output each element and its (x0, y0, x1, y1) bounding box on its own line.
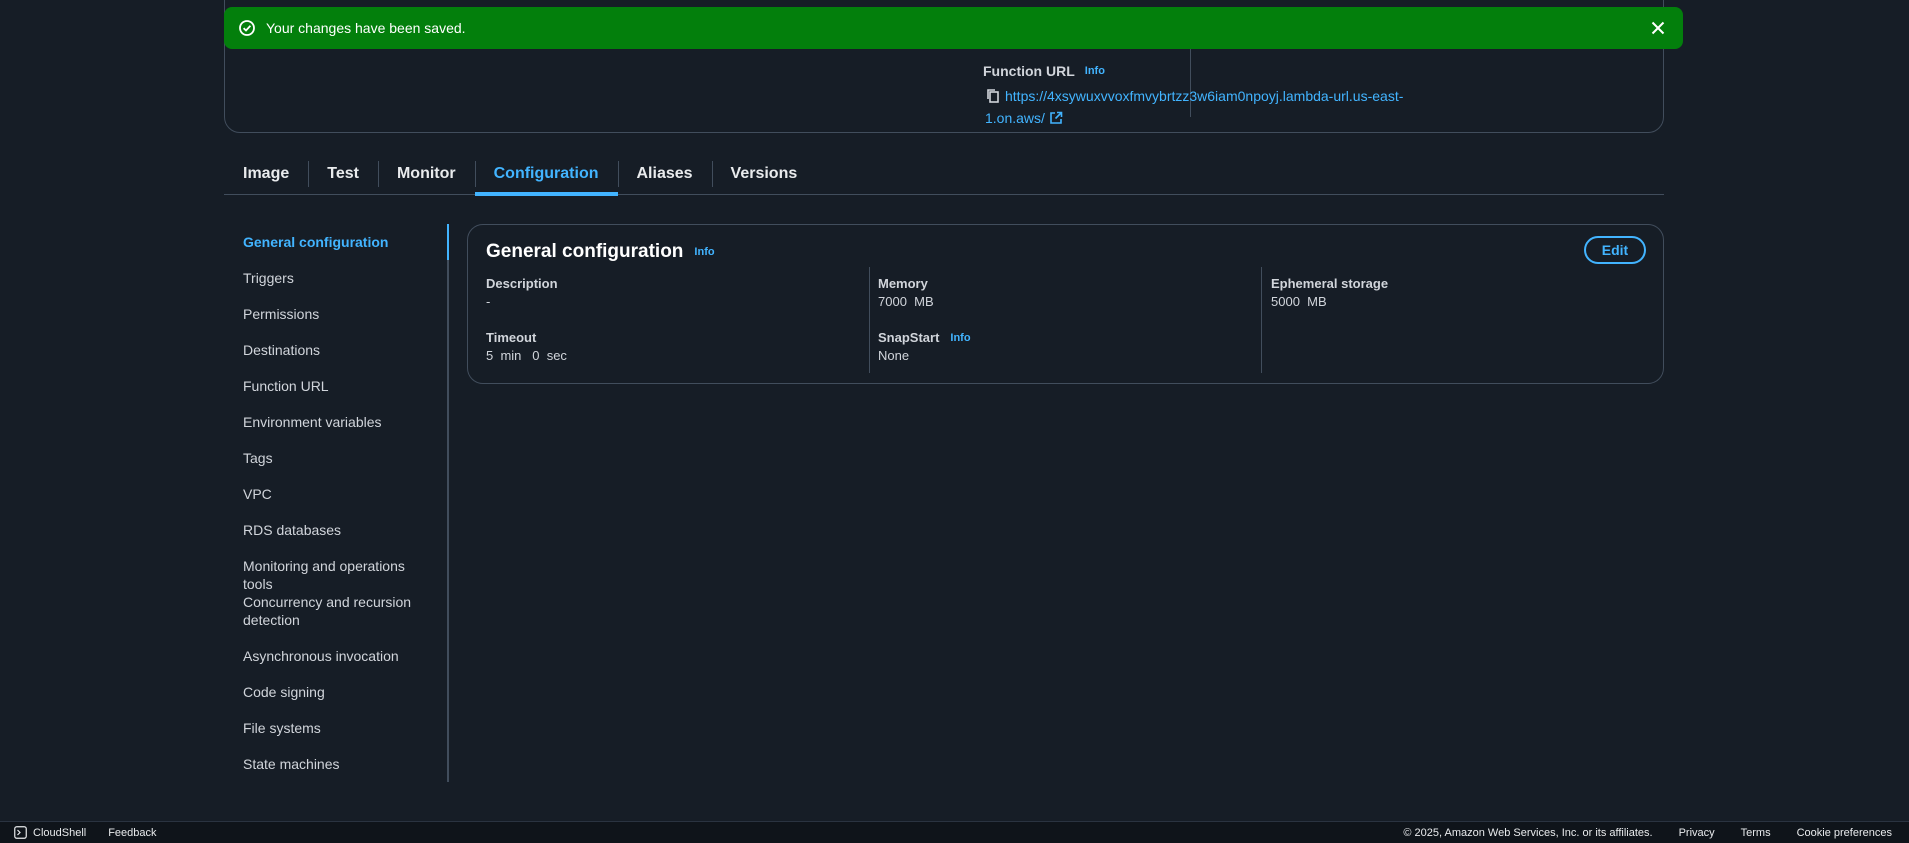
console-footer: CloudShell Feedback © 2025, Amazon Web S… (0, 821, 1909, 843)
side-nav-item-state-machines[interactable]: State machines (243, 755, 438, 773)
side-nav-active-indicator (447, 224, 449, 260)
side-nav-item-function-url[interactable]: Function URL (243, 377, 438, 395)
timeout-value: 5 min 0 sec (486, 348, 567, 363)
side-nav-item-concurrency[interactable]: Concurrency and recursion detection (243, 593, 413, 629)
tab-test[interactable]: Test (308, 153, 378, 194)
side-nav-item-file-systems[interactable]: File systems (243, 719, 438, 737)
ephemeral-storage-value: 5000 MB (1271, 294, 1327, 309)
function-tabs: Image Test Monitor Configuration Aliases… (224, 153, 1664, 196)
general-configuration-card: General configuration Info Edit Descript… (467, 224, 1664, 384)
function-url-info-link[interactable]: Info (1085, 65, 1105, 77)
tab-monitor[interactable]: Monitor (377, 153, 475, 194)
footer-links: © 2025, Amazon Web Services, Inc. or its… (1403, 827, 1892, 839)
side-nav-item-code-signing[interactable]: Code signing (243, 683, 438, 701)
close-icon[interactable] (1649, 19, 1667, 37)
function-url-label: Function URL (983, 63, 1075, 79)
timeout-field: Timeout 5 min 0 sec (486, 329, 567, 365)
ephemeral-storage-label: Ephemeral storage (1271, 276, 1389, 291)
timeout-label: Timeout (486, 330, 537, 345)
memory-label: Memory (878, 276, 928, 291)
side-nav-item-general-configuration[interactable]: General configuration (243, 233, 438, 251)
side-nav-item-monitoring-tools[interactable]: Monitoring and operations tools (243, 557, 438, 593)
flash-message: Your changes have been saved. (266, 20, 466, 36)
terminal-icon (14, 826, 27, 839)
memory-value: 7000 MB (878, 294, 934, 309)
lambda-function-page: Function URL Info https://4xsywuxvvoxfmv… (0, 0, 1909, 843)
cookie-preferences-link[interactable]: Cookie preferences (1797, 827, 1892, 839)
general-configuration-heading: General configuration Info (486, 241, 715, 263)
terms-link[interactable]: Terms (1741, 827, 1771, 839)
side-nav-item-environment-variables[interactable]: Environment variables (243, 413, 438, 431)
side-nav-item-triggers[interactable]: Triggers (243, 269, 438, 287)
memory-field: Memory 7000 MB (878, 275, 934, 311)
side-nav-item-rds-databases[interactable]: RDS databases (243, 521, 438, 539)
tab-image[interactable]: Image (224, 153, 308, 194)
side-nav-item-destinations[interactable]: Destinations (243, 341, 438, 359)
tab-versions[interactable]: Versions (711, 153, 817, 194)
snapstart-value: None (878, 348, 910, 363)
edit-button[interactable]: Edit (1584, 236, 1646, 264)
privacy-link[interactable]: Privacy (1679, 827, 1715, 839)
description-label: Description (486, 276, 558, 291)
column-divider (1261, 267, 1262, 373)
side-nav-item-vpc[interactable]: VPC (243, 485, 438, 503)
function-url-heading: Function URL Info (983, 63, 1105, 79)
cloudshell-label: CloudShell (33, 826, 87, 839)
feedback-link[interactable]: Feedback (108, 827, 156, 839)
side-nav-item-permissions[interactable]: Permissions (243, 305, 438, 323)
function-url-row: https://4xsywuxvvoxfmvybrtzz3w6iam0npoyj… (985, 85, 1405, 129)
snapstart-info-link[interactable]: Info (950, 329, 970, 347)
snapstart-heading: SnapStart Info (878, 329, 971, 347)
success-check-icon (239, 20, 255, 36)
copyright-text: © 2025, Amazon Web Services, Inc. or its… (1403, 826, 1653, 839)
cloudshell-button[interactable]: CloudShell (14, 826, 86, 839)
general-configuration-title: General configuration (486, 241, 684, 262)
snapstart-field: SnapStart Info None (878, 329, 971, 365)
side-nav-item-async-invocation[interactable]: Asynchronous invocation (243, 647, 438, 665)
side-nav-item-tags[interactable]: Tags (243, 449, 438, 467)
description-value: - (486, 294, 491, 309)
ephemeral-storage-field: Ephemeral storage 5000 MB (1271, 275, 1388, 311)
tab-aliases[interactable]: Aliases (617, 153, 712, 194)
external-link-icon[interactable] (1049, 109, 1063, 124)
column-divider (869, 267, 870, 373)
function-url-link[interactable]: https://4xsywuxvvoxfmvybrtzz3w6iam0npoyj… (985, 88, 1403, 126)
general-configuration-info-link[interactable]: Info (694, 246, 714, 258)
copy-icon[interactable] (985, 88, 1001, 104)
configuration-side-nav: General configuration Triggers Permissio… (243, 224, 449, 782)
description-field: Description - (486, 275, 558, 311)
success-flash-banner: Your changes have been saved. (224, 7, 1683, 49)
tab-configuration[interactable]: Configuration (474, 153, 618, 196)
snapstart-label: SnapStart (878, 330, 940, 345)
